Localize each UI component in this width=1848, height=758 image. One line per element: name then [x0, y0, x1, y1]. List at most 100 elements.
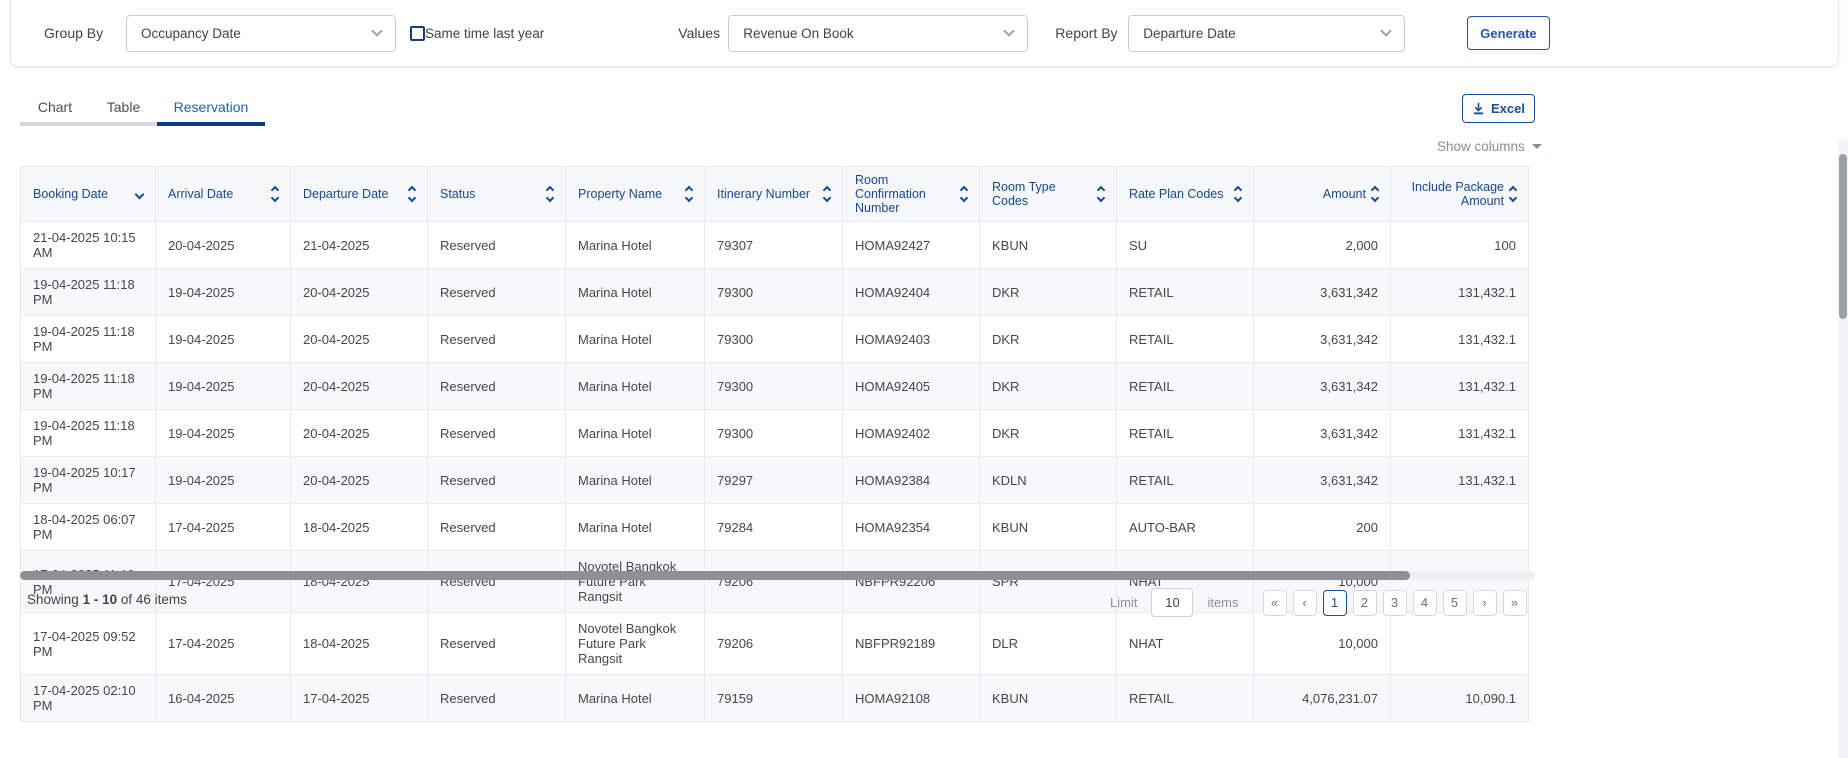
column-header-label: Departure Date: [303, 187, 388, 201]
sort-icon: [409, 187, 415, 201]
column-header-include-package-amount[interactable]: Include Package Amount: [1391, 167, 1529, 222]
column-header-status[interactable]: Status: [428, 167, 566, 222]
table-cell: 19-04-2025 11:18 PM: [21, 363, 156, 410]
table-cell: 17-04-2025: [156, 613, 291, 675]
table-cell: 19-04-2025: [156, 457, 291, 504]
table-cell: Reserved: [428, 613, 566, 675]
values-select[interactable]: Revenue On Book: [728, 15, 1028, 52]
tab-reservation[interactable]: Reservation: [157, 92, 265, 122]
table-cell: 79300: [705, 410, 843, 457]
table-cell: 19-04-2025 11:18 PM: [21, 316, 156, 363]
table-cell: 18-04-2025: [291, 504, 428, 551]
table-cell: KBUN: [980, 504, 1117, 551]
table-cell: DKR: [980, 363, 1117, 410]
report-by-label: Report By: [1055, 25, 1128, 41]
table-cell: 19-04-2025: [156, 363, 291, 410]
page-button-1[interactable]: 1: [1323, 590, 1347, 616]
column-header-room-type-codes[interactable]: Room Type Codes: [980, 167, 1117, 222]
table-cell: Marina Hotel: [566, 269, 705, 316]
column-header-label: Amount: [1323, 187, 1366, 201]
table-cell: RETAIL: [1117, 410, 1254, 457]
table-cell: Marina Hotel: [566, 363, 705, 410]
table-cell: 17-04-2025: [291, 675, 428, 722]
column-header-departure-date[interactable]: Departure Date: [291, 167, 428, 222]
column-header-itinerary-number[interactable]: Itinerary Number: [705, 167, 843, 222]
showing-range: 1 - 10: [83, 592, 118, 607]
table-cell: 18-04-2025: [291, 551, 428, 613]
table-cell: Reserved: [428, 410, 566, 457]
column-header-room-confirmation-number[interactable]: Room Confirmation Number: [843, 167, 980, 222]
table-cell: Reserved: [428, 675, 566, 722]
table-cell: HOMA92405: [843, 363, 980, 410]
column-header-amount[interactable]: Amount: [1254, 167, 1391, 222]
table-cell: HOMA92384: [843, 457, 980, 504]
page-button-2[interactable]: 2: [1353, 590, 1377, 616]
sort-icon: [824, 187, 830, 201]
items-label: items: [1207, 595, 1238, 610]
table-cell: RETAIL: [1117, 457, 1254, 504]
table-cell: AUTO-BAR: [1117, 504, 1254, 551]
table-cell: 3,631,342: [1254, 457, 1391, 504]
sort-icon: [1235, 187, 1241, 201]
table-cell: NBFPR92206: [843, 551, 980, 613]
table-cell: KDLN: [980, 457, 1117, 504]
limit-input[interactable]: [1151, 588, 1193, 617]
column-header-label: Rate Plan Codes: [1129, 187, 1224, 201]
sort-icon: [1510, 187, 1516, 201]
tab-track: [20, 122, 265, 126]
table-cell: 10,090.1: [1391, 675, 1529, 722]
report-by-select[interactable]: Departure Date: [1128, 15, 1405, 52]
showing-suffix: of 46 items: [121, 592, 187, 607]
previous-page-button[interactable]: ‹: [1293, 590, 1317, 616]
page-button-4[interactable]: 4: [1413, 590, 1437, 616]
column-header-property-name[interactable]: Property Name: [566, 167, 705, 222]
column-header-label: Itinerary Number: [717, 187, 810, 201]
table-cell: 131,432.1: [1391, 410, 1529, 457]
table-cell: 3,631,342: [1254, 316, 1391, 363]
show-columns-button[interactable]: Show columns: [1437, 139, 1542, 154]
column-header-rate-plan-codes[interactable]: Rate Plan Codes: [1117, 167, 1254, 222]
table-cell: Reserved: [428, 222, 566, 269]
column-header-label: Status: [440, 187, 475, 201]
page-button-5[interactable]: 5: [1443, 590, 1467, 616]
last-page-button[interactable]: »: [1503, 590, 1527, 616]
table-cell: 20-04-2025: [291, 316, 428, 363]
column-header-label: Include Package Amount: [1403, 180, 1504, 208]
column-header-booking-date[interactable]: Booking Date: [21, 167, 156, 222]
chevron-down-icon: [1381, 25, 1392, 36]
table-cell: 4,076,231.07: [1254, 675, 1391, 722]
group-by-select[interactable]: Occupancy Date: [126, 15, 396, 52]
table-cell: 20-04-2025: [291, 363, 428, 410]
vertical-scrollbar-thumb[interactable]: [1839, 154, 1847, 319]
table-cell: Novotel Bangkok Future Park Rangsit: [566, 551, 705, 613]
generate-button[interactable]: Generate: [1467, 16, 1549, 50]
column-header-arrival-date[interactable]: Arrival Date: [156, 167, 291, 222]
excel-button-label: Excel: [1491, 101, 1525, 116]
table-row: 19-04-2025 11:18 PM19-04-202520-04-2025R…: [21, 316, 1529, 363]
table-cell: Marina Hotel: [566, 316, 705, 363]
first-page-button[interactable]: «: [1263, 590, 1287, 616]
tab-table[interactable]: Table: [90, 92, 157, 122]
table-cell: Marina Hotel: [566, 675, 705, 722]
report-by-selected-value: Departure Date: [1143, 26, 1235, 41]
tab-chart[interactable]: Chart: [20, 92, 90, 122]
table-cell: 131,432.1: [1391, 269, 1529, 316]
filter-toolbar: Group By Occupancy Date Same time last y…: [10, 0, 1839, 67]
table-cell: 131,432.1: [1391, 457, 1529, 504]
same-time-last-year-checkbox[interactable]: [410, 26, 425, 41]
table-cell: DKR: [980, 269, 1117, 316]
next-page-button[interactable]: ›: [1473, 590, 1497, 616]
show-columns-label: Show columns: [1437, 139, 1525, 154]
excel-export-button[interactable]: Excel: [1462, 94, 1535, 123]
same-time-last-year-label: Same time last year: [425, 26, 544, 41]
table-cell: [1391, 504, 1529, 551]
table-cell: 200: [1254, 504, 1391, 551]
table-cell: 20-04-2025: [291, 457, 428, 504]
page-button-3[interactable]: 3: [1383, 590, 1407, 616]
table-cell: NBFPR92189: [843, 613, 980, 675]
horizontal-scrollbar-thumb[interactable]: [20, 571, 1410, 580]
table-cell: KBUN: [980, 675, 1117, 722]
sort-icon: [1098, 187, 1104, 201]
table-cell: 20-04-2025: [291, 410, 428, 457]
group-by-label: Group By: [44, 25, 126, 41]
